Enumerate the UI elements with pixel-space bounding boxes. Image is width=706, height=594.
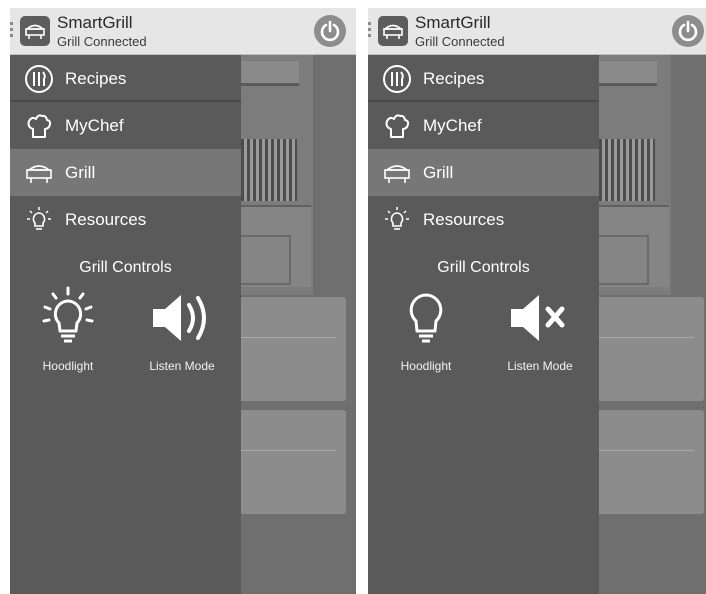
navigation-drawer: Recipes MyChef Grill Resources Grill Con… [10,55,241,594]
grill-app-icon[interactable] [378,16,408,46]
listen-mode-toggle[interactable]: Listen Mode [485,285,595,380]
power-icon [678,20,698,42]
power-button[interactable] [314,15,346,47]
listen-mode-label: Listen Mode [507,359,573,373]
chef-hat-icon [385,114,410,138]
info-card[interactable] [599,297,704,401]
speaker-on-icon [153,295,206,341]
grill-icon [384,165,410,183]
listen-mode-toggle[interactable]: Listen Mode [127,285,237,380]
nav-item-label: Grill [423,163,454,182]
speaker-muted-icon [511,295,565,341]
power-button[interactable] [672,15,704,47]
nav-item-mychef[interactable]: MyChef [10,102,241,149]
app-bar: SmartGrill Grill Connected [10,8,356,55]
utensils-icon [383,65,411,93]
app-bar: SmartGrill Grill Connected [368,8,706,55]
nav-item-recipes[interactable]: Recipes [368,55,599,102]
nav-item-label: MyChef [65,116,124,135]
drawer-toggle-icon[interactable] [10,22,14,40]
nav-item-mychef[interactable]: MyChef [368,102,599,149]
hoodlight-label: Hoodlight [42,359,94,373]
grill-controls-title: Grill Controls [437,259,530,276]
lightbulb-on-icon [42,286,94,343]
lightbulb-icon [27,207,51,230]
info-card[interactable] [599,410,704,514]
listen-mode-label: Listen Mode [149,359,215,373]
nav-item-grill[interactable]: Grill [10,149,241,196]
nav-item-label: Grill [65,163,96,182]
nav-item-label: Recipes [423,69,485,88]
nav-item-resources[interactable]: Resources [10,196,241,243]
drawer-toggle-icon[interactable] [368,22,372,40]
info-card[interactable] [241,410,346,514]
app-title: SmartGrill [57,13,133,32]
grill-page-background [241,55,356,594]
grill-icon [26,165,52,183]
lightbulb-off-icon [409,293,443,343]
nav-item-recipes[interactable]: Recipes [10,55,241,102]
navigation-drawer: Recipes MyChef Grill Resources Grill Con… [368,55,599,594]
chef-hat-icon [27,114,52,138]
connection-status: Grill Connected [415,34,505,49]
power-icon [320,20,340,42]
nav-item-resources[interactable]: Resources [368,196,599,243]
nav-item-grill[interactable]: Grill [368,149,599,196]
nav-item-label: Resources [423,210,505,229]
connection-status: Grill Connected [57,34,147,49]
phone-screen-hoodlight-listen-off: SmartGrill Grill Connected Recipes MyChe… [368,8,706,594]
info-card[interactable] [241,297,346,401]
grill-controls-title: Grill Controls [79,259,172,276]
nav-item-label: Resources [65,210,147,229]
lightbulb-icon [385,207,409,230]
nav-item-label: MyChef [423,116,482,135]
hoodlight-toggle[interactable]: Hoodlight [371,285,481,380]
utensils-icon [25,65,53,93]
app-title: SmartGrill [415,13,491,32]
grill-image [599,55,671,295]
hoodlight-toggle[interactable]: Hoodlight [13,285,123,380]
grill-app-icon[interactable] [20,16,50,46]
nav-item-label: Recipes [65,69,127,88]
grill-page-background [599,55,706,594]
phone-screen-hoodlight-listen-on: SmartGrill Grill Connected Recipes MyChe… [10,8,356,594]
grill-image [241,55,313,295]
hoodlight-label: Hoodlight [400,359,452,373]
